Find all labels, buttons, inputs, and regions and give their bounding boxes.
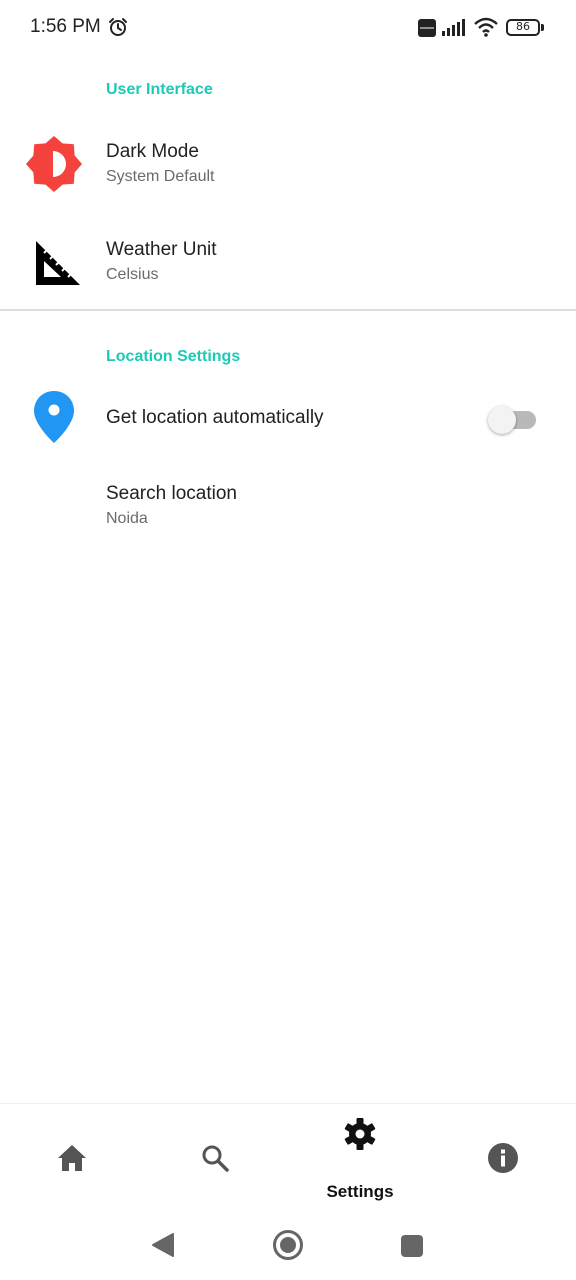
- bottom-navigation: Settings: [0, 1103, 576, 1209]
- toggle-thumb: [488, 406, 516, 434]
- section-divider: [0, 309, 576, 311]
- search-location-preference[interactable]: Search location Noida: [0, 460, 576, 546]
- system-navigation-bar: [0, 1209, 576, 1280]
- nav-label-settings: Settings: [326, 1182, 394, 1201]
- auto-location-toggle[interactable]: [488, 403, 538, 434]
- auto-location-preference[interactable]: Get location automatically: [0, 376, 576, 460]
- auto-location-title: Get location automatically: [106, 407, 324, 428]
- battery-level: 86: [516, 20, 530, 33]
- search-location-title: Search location: [106, 483, 237, 504]
- nav-item-home[interactable]: [0, 1104, 144, 1210]
- home-icon: [57, 1144, 87, 1177]
- signal-icon: [442, 18, 468, 41]
- volte-icon: [418, 19, 436, 42]
- set-square-ruler-icon: [34, 239, 82, 292]
- dark-mode-title: Dark Mode: [106, 141, 199, 162]
- status-bar: 1:56 PM 86: [0, 0, 576, 56]
- wifi-icon: [474, 17, 498, 42]
- home-button[interactable]: [271, 1228, 305, 1267]
- search-icon: [200, 1143, 230, 1178]
- battery-tip: [541, 24, 544, 31]
- weather-unit-preference[interactable]: Weather Unit Celsius: [0, 214, 576, 308]
- recents-button[interactable]: [400, 1234, 424, 1263]
- search-location-summary: Noida: [106, 510, 148, 527]
- gear-icon: [343, 1117, 377, 1156]
- battery-icon: 86: [506, 19, 544, 37]
- info-icon: [487, 1142, 519, 1179]
- section-header-location-settings: Location Settings: [106, 348, 241, 365]
- dark-mode-preference[interactable]: Dark Mode System Default: [0, 118, 576, 214]
- location-pin-icon: [33, 390, 75, 449]
- section-header-user-interface: User Interface: [106, 81, 213, 98]
- nav-item-search[interactable]: [144, 1104, 288, 1210]
- weather-unit-title: Weather Unit: [106, 239, 217, 260]
- back-button[interactable]: [150, 1232, 176, 1263]
- nav-item-settings[interactable]: Settings: [288, 1104, 432, 1210]
- alarm-icon: [108, 17, 128, 42]
- brightness-icon: [24, 134, 84, 199]
- weather-unit-summary: Celsius: [106, 266, 159, 283]
- dark-mode-summary: System Default: [106, 168, 215, 185]
- status-time: 1:56 PM: [30, 16, 101, 37]
- nav-item-info[interactable]: [432, 1104, 576, 1210]
